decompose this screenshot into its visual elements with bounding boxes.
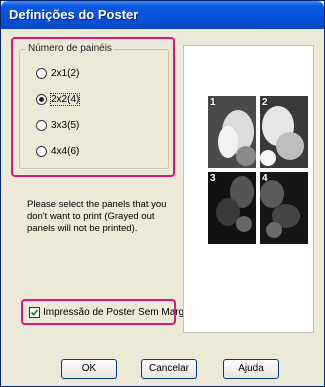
help-button[interactable]: Ajuda [223, 359, 279, 379]
panel-3[interactable]: 3 [208, 172, 256, 244]
panel-number: 3 [210, 173, 216, 184]
panel-grid: 1 2 3 4 [208, 96, 308, 246]
dialog-body: Número de painéis 2x1(2) 2x2(4) 3x3(5) 4… [5, 29, 320, 384]
poster-preview: 1 2 3 4 [183, 45, 314, 333]
instruction-text: Please select the panels that you don't … [27, 199, 167, 234]
panel-number: 4 [262, 173, 268, 184]
cancel-button[interactable]: Cancelar [141, 359, 197, 379]
borderless-highlight-frame [21, 299, 176, 325]
window-title: Definições do Poster [9, 7, 139, 22]
panel-1[interactable]: 1 [208, 96, 256, 168]
panel-4[interactable]: 4 [260, 172, 308, 244]
poster-settings-dialog: Definições do Poster Número de painéis 2… [0, 0, 325, 387]
ok-button[interactable]: OK [61, 359, 117, 379]
panel-number: 1 [210, 97, 216, 108]
panel-number: 2 [262, 97, 268, 108]
panels-highlight-frame [11, 37, 175, 177]
title-bar[interactable]: Definições do Poster [1, 1, 324, 29]
panel-2[interactable]: 2 [260, 96, 308, 168]
